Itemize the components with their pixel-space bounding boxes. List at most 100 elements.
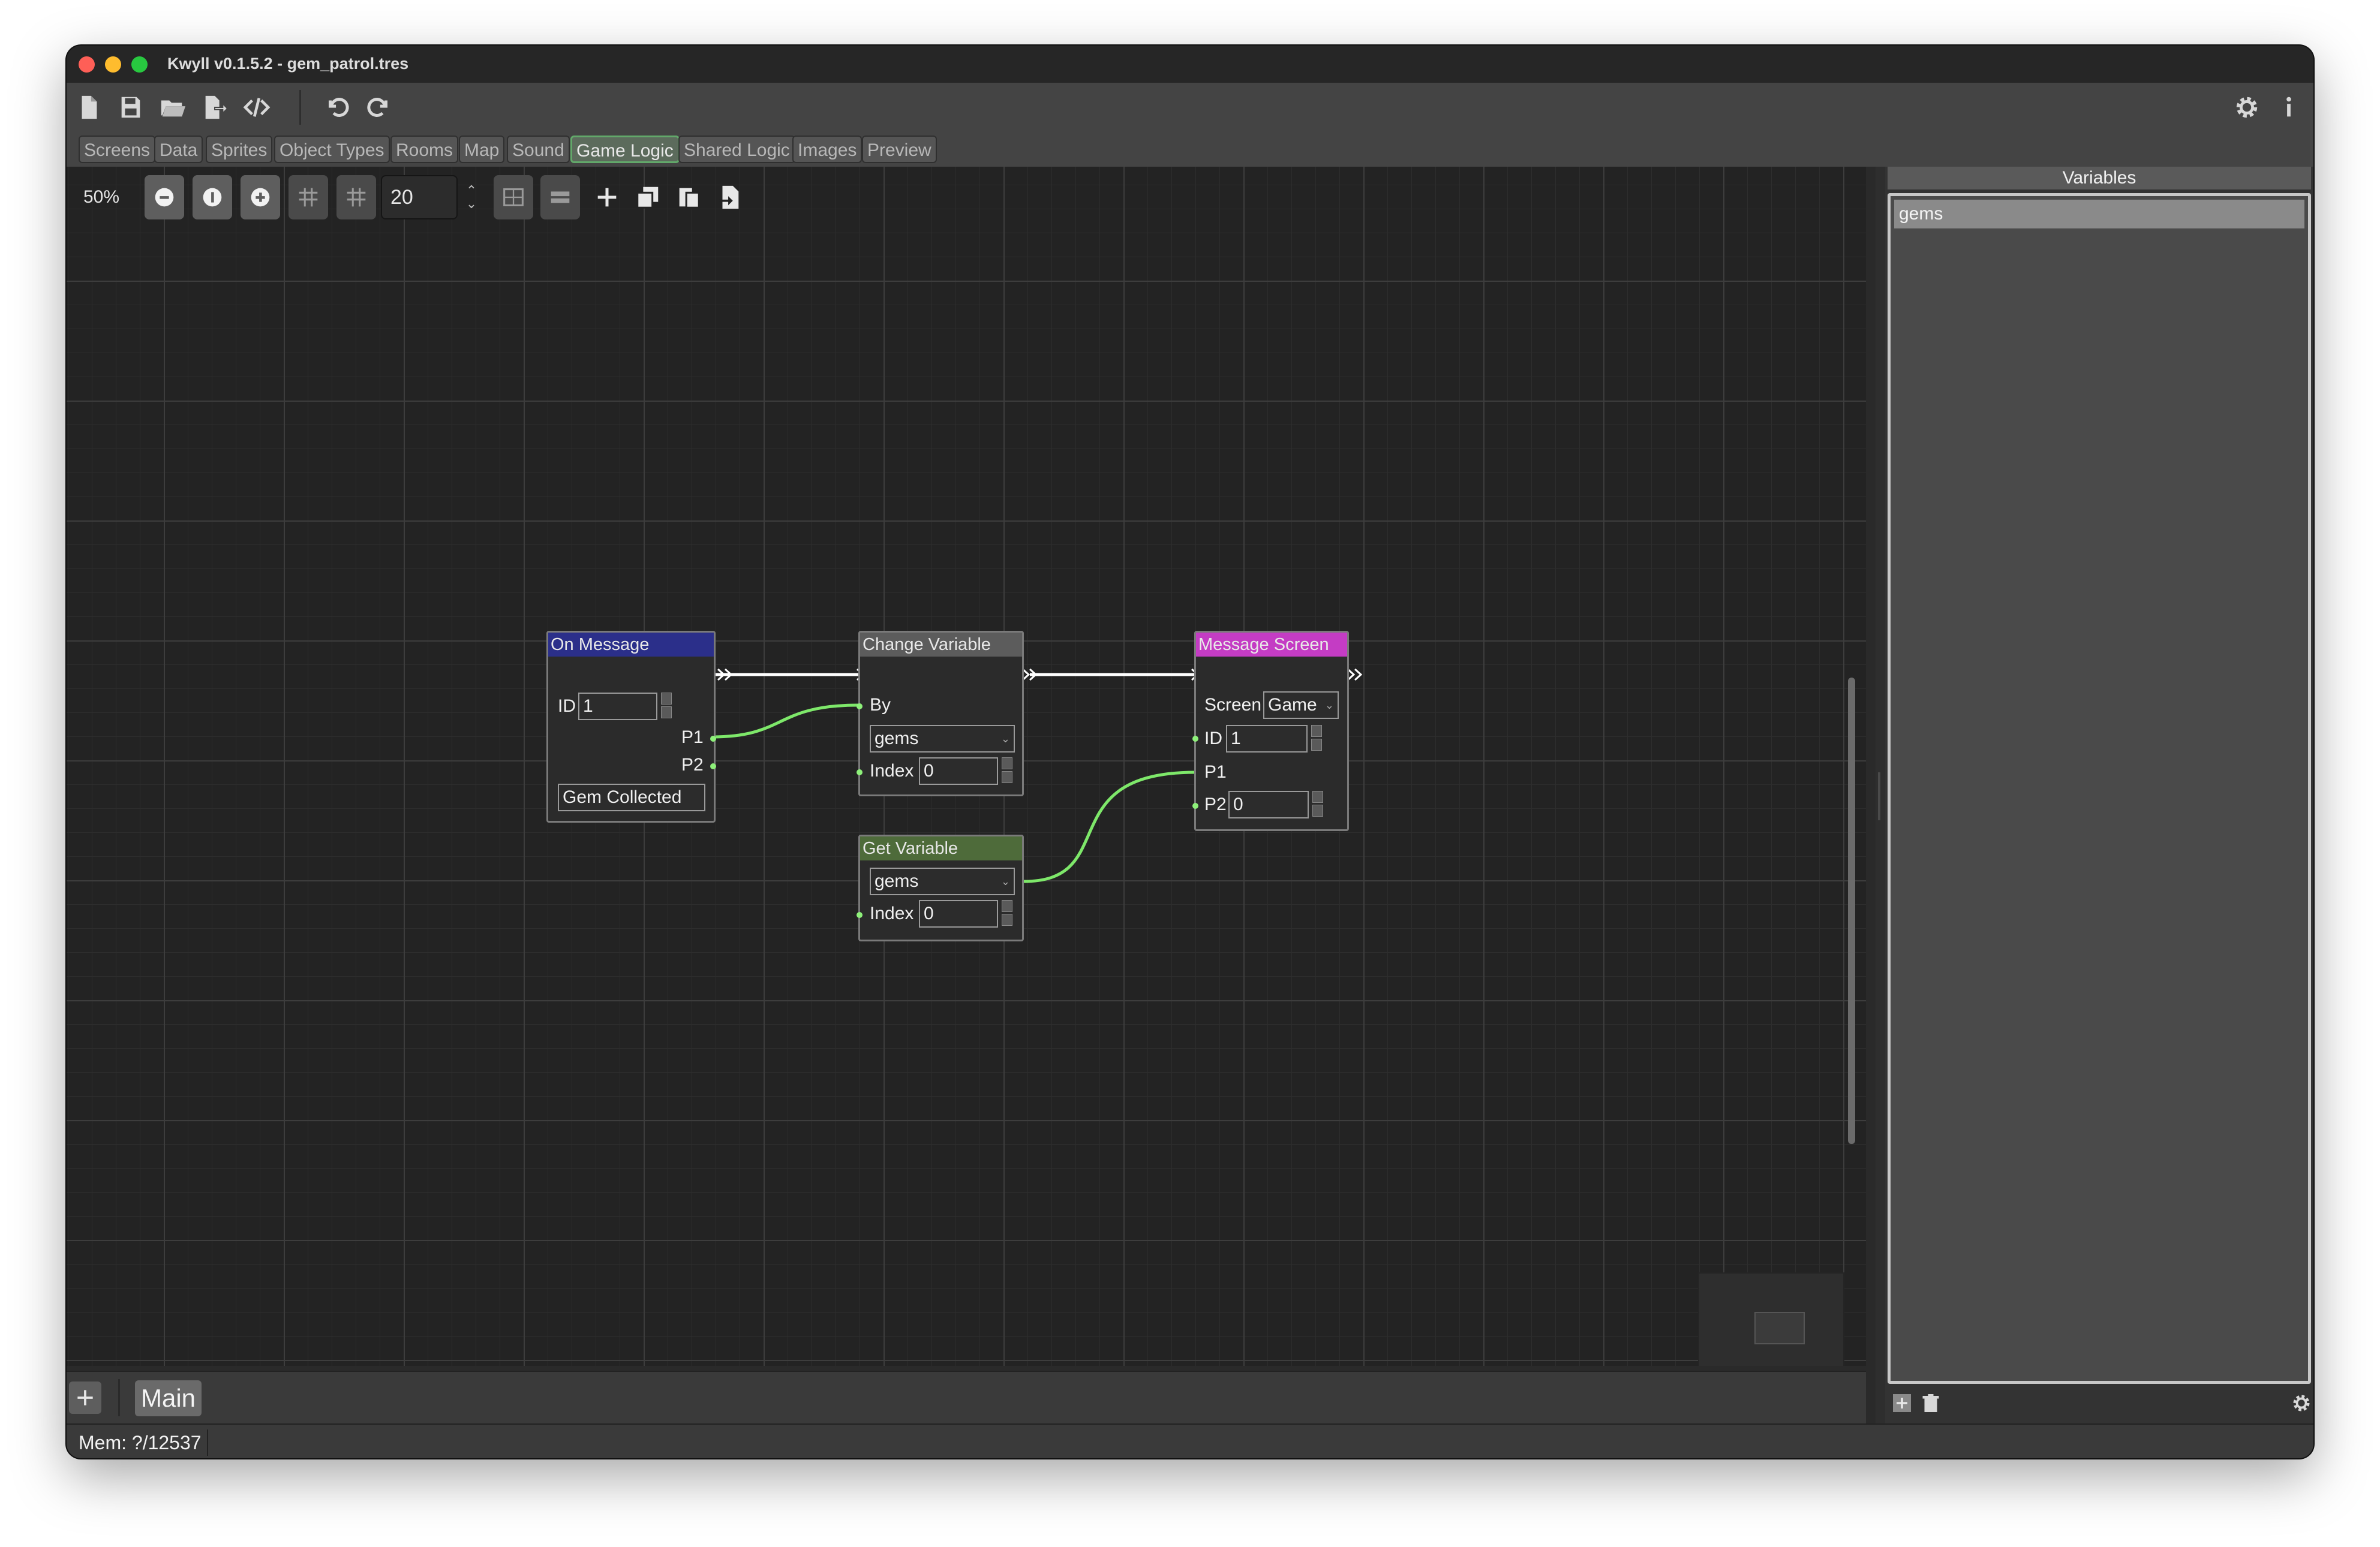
p2-stepper[interactable]: [1312, 791, 1324, 818]
data-connection: [1023, 771, 1196, 883]
tab-object-types[interactable]: Object Types: [274, 136, 390, 163]
zoom-out-icon: [155, 188, 174, 207]
snap-distance-input[interactable]: 20: [381, 175, 458, 219]
tab-rooms[interactable]: Rooms: [390, 136, 459, 163]
node-get-variable[interactable]: Get Variable gems ⌄ Index 0: [857, 835, 1024, 941]
add-node-button[interactable]: [588, 175, 626, 219]
stepper-down-icon[interactable]: ⌄: [466, 197, 477, 210]
undo-icon: [329, 98, 349, 117]
index-stepper[interactable]: [1002, 757, 1014, 785]
index-input-port[interactable]: [857, 912, 863, 918]
duplicate-node-button[interactable]: [629, 175, 666, 219]
index-field[interactable]: 0: [919, 900, 998, 928]
export-button[interactable]: [196, 89, 233, 126]
tab-map[interactable]: Map: [459, 136, 505, 163]
redo-button[interactable]: [360, 89, 398, 126]
index-field[interactable]: 0: [919, 757, 998, 785]
index-input-port[interactable]: [857, 769, 863, 775]
minimap-icon: [503, 188, 524, 206]
tab-shared-logic[interactable]: Shared Logic: [678, 136, 795, 163]
new-file-button[interactable]: [70, 89, 107, 126]
node-change-variable[interactable]: Change Variable By gems ⌄ Index 0: [857, 631, 1024, 796]
zoom-out-button[interactable]: [145, 175, 184, 219]
index-stepper[interactable]: [1002, 900, 1014, 928]
paste-icon: [679, 188, 700, 209]
minimize-window-button[interactable]: [105, 56, 121, 73]
toggle-minimap-button[interactable]: [494, 175, 533, 219]
open-button[interactable]: [154, 89, 191, 126]
node-title[interactable]: Change Variable: [860, 633, 1022, 657]
message-name-field[interactable]: Gem Collected: [558, 784, 705, 811]
zoom-level: 50%: [83, 187, 120, 207]
save-button[interactable]: [112, 89, 149, 126]
screen-dropdown[interactable]: Game ⌄: [1263, 691, 1339, 719]
status-separator: [207, 1429, 208, 1456]
variables-list[interactable]: gems: [1888, 193, 2311, 1384]
panel-splitter[interactable]: [1876, 167, 1885, 1423]
by-input-port[interactable]: [857, 703, 863, 709]
snap-distance-stepper[interactable]: ⌃ ⌄: [462, 175, 480, 219]
p1-output-port[interactable]: [710, 736, 716, 742]
node-on-message[interactable]: On Message ID 1 P1 P2 Gem Collected: [546, 631, 716, 823]
add-graph-button[interactable]: [69, 1382, 101, 1414]
tab-images[interactable]: Images: [792, 136, 863, 163]
paste-node-button[interactable]: [670, 175, 707, 219]
info-button[interactable]: [2270, 89, 2307, 126]
zoom-reset-icon: [203, 188, 222, 207]
trash-icon: [1922, 1394, 1939, 1412]
zoom-reset-button[interactable]: [193, 175, 232, 219]
code-button[interactable]: [238, 89, 275, 126]
p2-input-port[interactable]: [1192, 803, 1198, 809]
graph-tab-main[interactable]: Main: [135, 1380, 202, 1416]
variable-dropdown[interactable]: gems ⌄: [870, 725, 1015, 753]
flow-arrow: [717, 668, 733, 681]
maximize-window-button[interactable]: [131, 56, 148, 73]
node-message-screen[interactable]: Message Screen Screen Game ⌄ ID 1 P1 P2 0: [1192, 631, 1349, 831]
p2-field[interactable]: 0: [1228, 791, 1309, 818]
index-label: Index: [870, 761, 914, 781]
delete-variable-button[interactable]: [1919, 1391, 1943, 1415]
screen-id-field[interactable]: 1: [1226, 725, 1308, 753]
logic-graph-canvas[interactable]: 50% 20 ⌃ ⌄ On Message ID 1 P1 P2 Gem Col…: [67, 167, 1866, 1366]
tab-sprites[interactable]: Sprites: [206, 136, 273, 163]
splitter-grip[interactable]: [1878, 772, 1880, 820]
tab-game-logic[interactable]: Game Logic: [570, 136, 680, 163]
tab-preview[interactable]: Preview: [862, 136, 937, 163]
minimap-viewport[interactable]: [1754, 1312, 1805, 1344]
id-input-port[interactable]: [1192, 736, 1198, 742]
variable-item-gems[interactable]: gems: [1894, 200, 2304, 228]
zoom-in-icon: [251, 188, 270, 207]
graph-minimap[interactable]: [1698, 1272, 1844, 1366]
variable-dropdown[interactable]: gems ⌄: [870, 868, 1015, 895]
arrange-nodes-button[interactable]: [540, 175, 580, 219]
node-title[interactable]: Get Variable: [860, 836, 1022, 860]
tab-data[interactable]: Data: [154, 136, 203, 163]
import-node-button[interactable]: [711, 175, 748, 219]
toggle-grid-button[interactable]: [289, 175, 328, 219]
message-id-field[interactable]: 1: [578, 693, 657, 720]
node-title[interactable]: Message Screen: [1196, 633, 1347, 657]
tab-sound[interactable]: Sound: [507, 136, 570, 163]
new-file-icon: [82, 95, 97, 119]
variable-settings-button[interactable]: [2289, 1391, 2313, 1415]
id-label: ID: [1204, 729, 1222, 748]
node-title[interactable]: On Message: [548, 633, 714, 657]
zoom-in-button[interactable]: [241, 175, 280, 219]
add-variable-button[interactable]: [1890, 1391, 1914, 1415]
toggle-snap-button[interactable]: [336, 175, 376, 219]
message-id-stepper[interactable]: [661, 693, 673, 720]
tab-screens[interactable]: Screens: [79, 136, 156, 163]
p1-output-label: P1: [681, 727, 704, 747]
toolbar-separator: [299, 90, 301, 125]
flow-arrow: [1021, 668, 1038, 681]
vertical-scrollbar[interactable]: [1848, 678, 1855, 1144]
stepper-up-icon[interactable]: ⌃: [466, 184, 477, 197]
open-folder-icon: [161, 100, 186, 117]
undo-button[interactable]: [318, 89, 356, 126]
settings-button[interactable]: [2228, 89, 2265, 126]
close-window-button[interactable]: [79, 56, 95, 73]
p2-output-label: P2: [681, 755, 704, 775]
p2-output-port[interactable]: [710, 763, 716, 769]
screen-id-stepper[interactable]: [1311, 725, 1323, 753]
info-icon: [2286, 97, 2291, 117]
